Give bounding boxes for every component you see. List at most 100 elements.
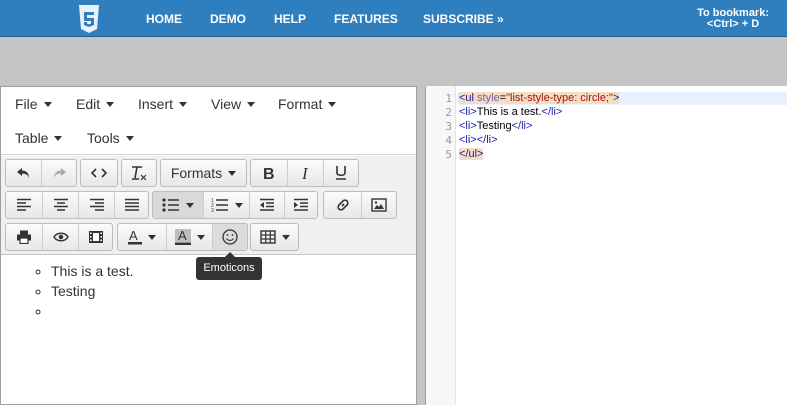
justify-icon [124,198,139,211]
align-center-icon [53,198,68,211]
clear-formatting-icon [132,166,147,181]
image-icon [371,198,387,212]
print-button[interactable] [6,224,42,250]
print-icon [17,230,31,244]
top-navigation-bar: HOME DEMO HELP FEATURES SUBSCRIBE » To b… [0,0,787,37]
align-left-icon [17,198,31,211]
spacer-bar [0,37,787,88]
code-editor[interactable]: 1 2 3 4 5 <ul style="list-style-type: ci… [425,86,787,405]
chevron-down-icon [125,136,134,141]
text-style-group: B I [250,159,359,187]
code-text: This is a test. [476,106,542,118]
code-tag: </li> [476,134,498,146]
svg-text:B: B [263,166,275,181]
editor-toolbar: Formats B I 1 2 3 A A [1,156,416,255]
code-text: Testing [476,120,512,132]
svg-text:A: A [178,229,187,243]
list-item: Testing [51,282,133,302]
bold-button[interactable]: B [251,160,287,186]
menu-table[interactable]: Table [15,130,63,146]
menu-format[interactable]: Format [278,96,337,112]
emoticons-button[interactable] [212,224,247,250]
line-number: 3 [445,120,452,133]
chevron-down-icon [196,234,205,240]
source-code-button[interactable] [81,160,117,186]
nav-demo-link[interactable]: DEMO [210,12,246,26]
numbered-list-icon: 123 [211,198,228,213]
image-button[interactable] [361,192,396,218]
code-tag: <li> [459,134,477,146]
nav-features-link[interactable]: FEATURES [334,12,398,26]
align-center-button[interactable] [42,192,78,218]
nav-help-link[interactable]: HELP [274,12,306,26]
code-attr: style [477,92,500,104]
menu-view[interactable]: View [211,96,256,112]
list-item: This is a test. [51,262,133,282]
chevron-down-icon [43,102,52,107]
list-group: 123 [152,191,318,219]
line-number: 5 [445,148,452,161]
table-group [250,223,299,251]
undo-button[interactable] [6,160,41,186]
clear-formatting-button[interactable] [122,160,156,186]
nav-subscribe-link[interactable]: SUBSCRIBE » [423,12,504,26]
emoticons-icon [222,229,238,245]
site-logo-icon[interactable] [78,5,100,33]
table-button[interactable] [251,224,298,250]
media-button[interactable] [78,224,112,250]
menu-insert[interactable]: Insert [138,96,188,112]
background-color-icon: A [174,229,191,245]
bullet-list-button[interactable] [153,192,203,218]
code-line-3: <li>Testing</li> [459,119,532,133]
menu-tools[interactable]: Tools [87,130,134,146]
code-group [80,159,118,187]
formats-label: Formats [170,165,223,181]
outdent-button[interactable] [249,192,284,218]
clear-format-group [121,159,157,187]
preview-button[interactable] [42,224,78,250]
tag-highlight: <ul style="list-style-type: circle;"> [459,92,620,104]
link-button[interactable] [324,192,361,218]
nav-home-link[interactable]: HOME [146,12,182,26]
italic-button[interactable]: I [287,160,323,186]
underline-button[interactable] [323,160,358,186]
code-line-2: <li>This is a test.</li> [459,105,562,119]
media-icon [88,231,103,243]
code-line-5: </ul> [459,147,484,161]
redo-button[interactable] [41,160,76,186]
table-icon [259,230,276,244]
formats-dropdown[interactable]: Formats [161,160,246,186]
redo-icon [54,168,66,178]
chevron-down-icon [228,170,237,176]
align-right-button[interactable] [78,192,114,218]
chevron-down-icon [54,136,63,141]
history-group [5,159,77,187]
bookmark-hint-line2: <Ctrl> + D [706,18,760,30]
menu-edit-label: Edit [76,96,101,112]
bookmark-hint: To bookmark: <Ctrl> + D [697,8,769,30]
bullet-list-icon [162,198,179,212]
menu-edit[interactable]: Edit [76,96,115,112]
menu-file[interactable]: File [15,96,52,112]
background-color-button[interactable]: A [166,224,212,250]
justify-button[interactable] [114,192,148,218]
circle-list: This is a test. Testing [51,262,133,322]
line-number: 1 [445,92,452,105]
code-tag: </li> [541,106,563,118]
code-tag: <li> [459,106,477,118]
chevron-down-icon [328,102,337,107]
svg-text:3: 3 [211,208,214,213]
numbered-list-button[interactable]: 123 [203,192,249,218]
source-code-icon [91,168,107,178]
indent-button[interactable] [284,192,317,218]
text-color-button[interactable]: A [118,224,166,250]
align-left-button[interactable] [6,192,42,218]
link-image-group [323,191,397,219]
chevron-down-icon [186,202,194,208]
preview-icon [52,232,69,242]
menu-view-label: View [211,96,242,112]
code-line-4: <li></li> [459,133,498,147]
chevron-down-icon [281,234,290,240]
code-tag: <li> [459,120,477,132]
chevron-down-icon [179,102,188,107]
